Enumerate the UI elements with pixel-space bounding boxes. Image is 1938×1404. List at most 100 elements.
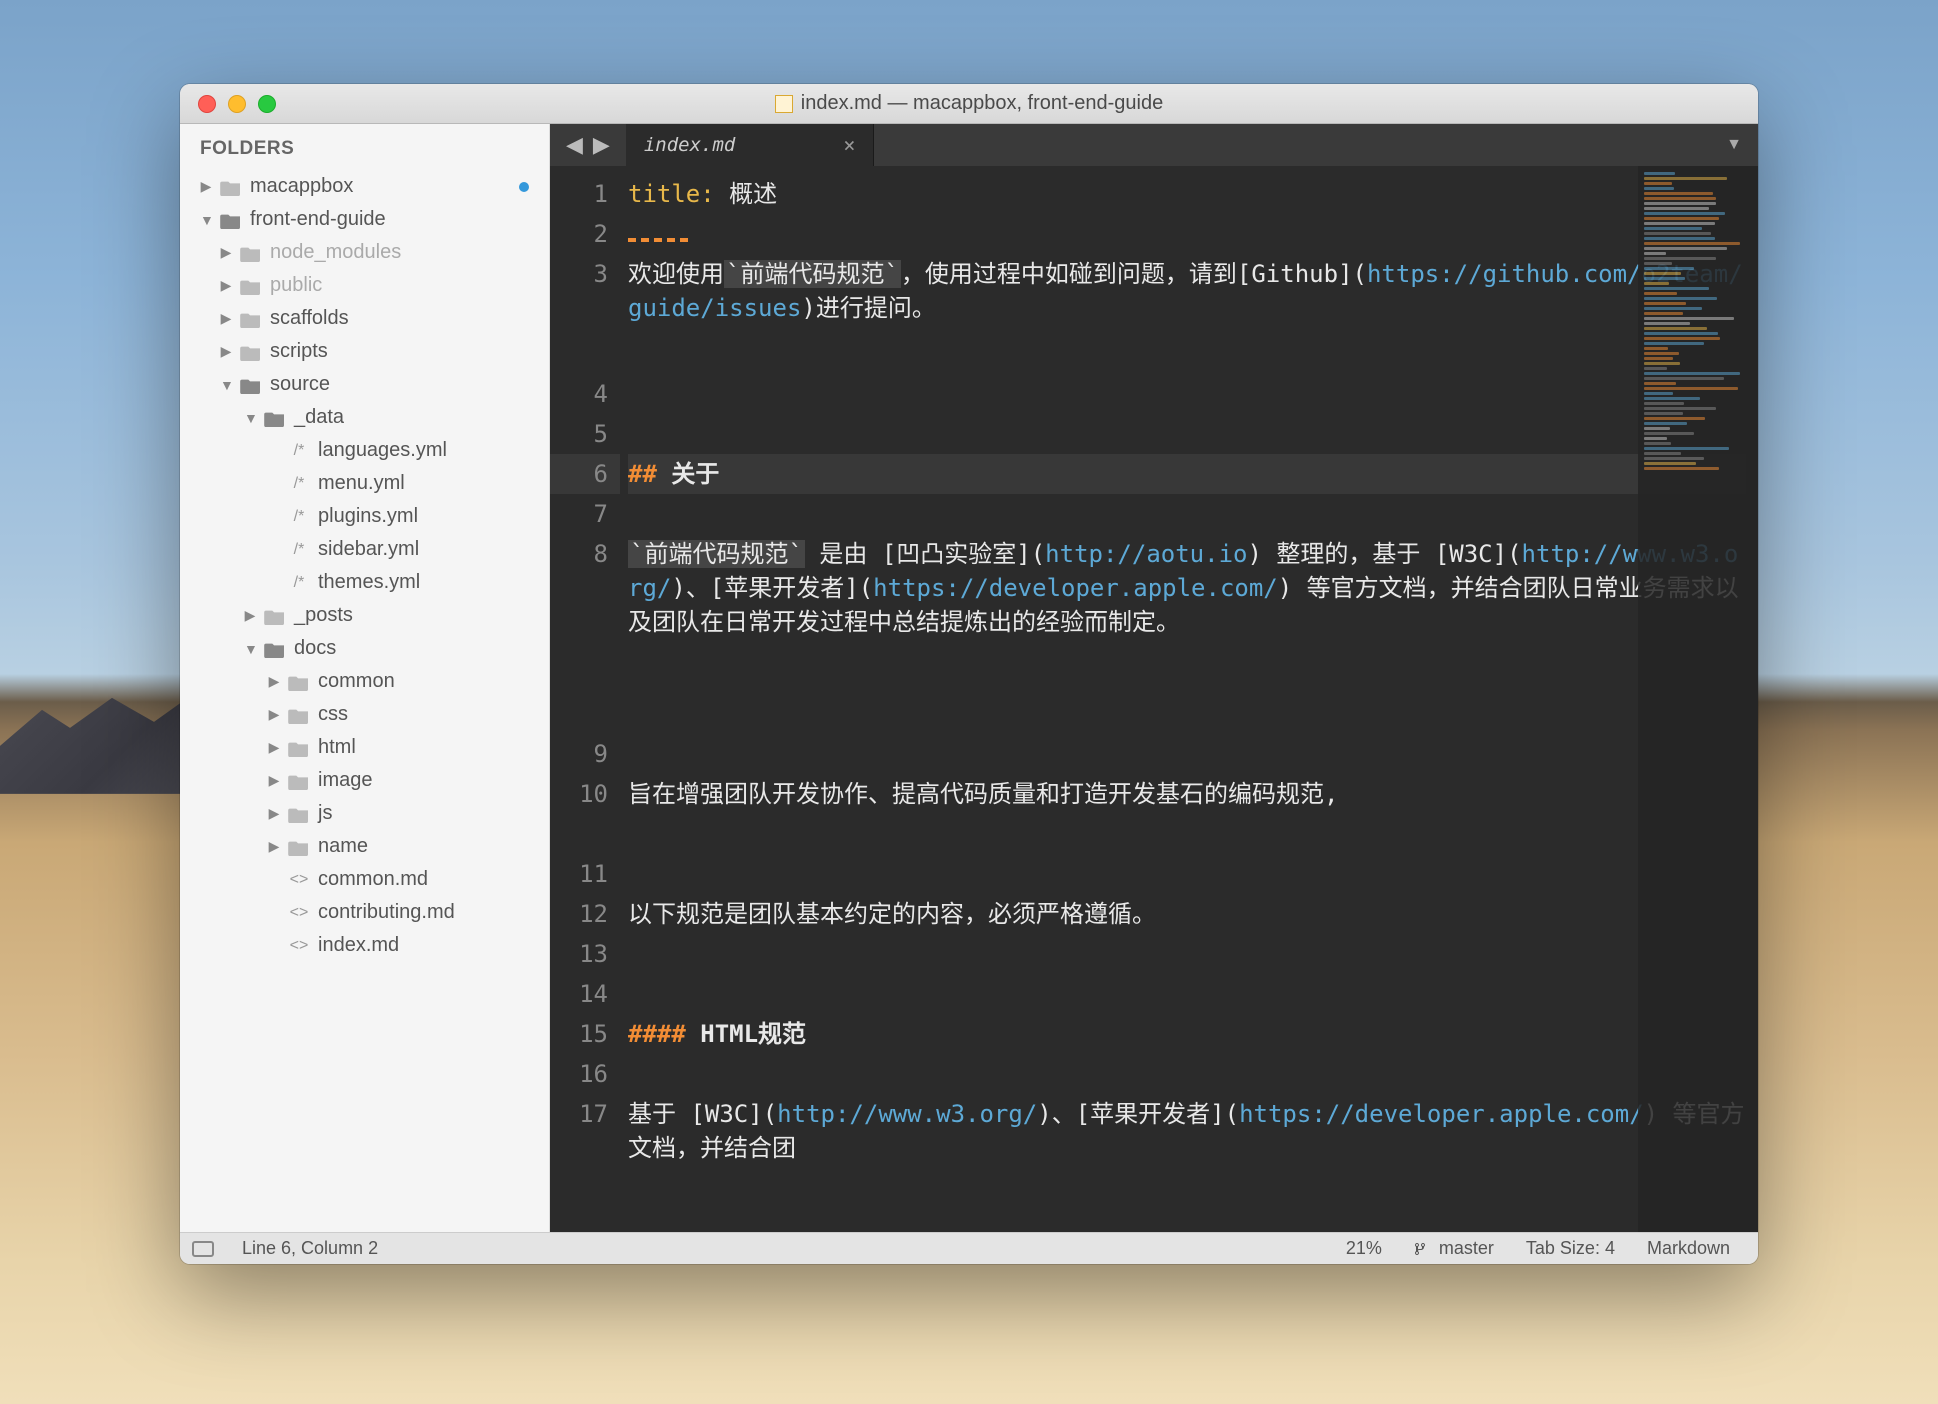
tree-item[interactable]: ▶ name (180, 830, 549, 863)
sidebar[interactable]: FOLDERS ▶macappbox▼front-end-guide▶node_… (180, 124, 550, 1232)
tree-item[interactable]: ▶css (180, 698, 549, 731)
tab-overflow-button[interactable]: ▼ (1710, 124, 1758, 166)
tree-item[interactable]: <>contributing.md (180, 896, 549, 929)
code-line: 旨在增强团队开发协作、提高代码质量和打造开发基石的编码规范, (628, 774, 1746, 854)
content-area: FOLDERS ▶macappbox▼front-end-guide▶node_… (180, 124, 1758, 1232)
gutter-line (550, 294, 620, 334)
tree-item[interactable]: ▶macappbox (180, 170, 549, 203)
tree-item[interactable]: ▶node_modules (180, 236, 549, 269)
tree-item-label: docs (294, 637, 336, 660)
tree-item-label: menu.yml (318, 472, 405, 495)
markup-file-icon: <> (288, 937, 310, 955)
disclosure-icon: ▶ (220, 310, 232, 327)
gutter-line: 15 (550, 1014, 620, 1054)
code-line: title: 概述 (628, 174, 1746, 214)
tree-item-label: _data (294, 406, 344, 429)
tree-item-label: _posts (294, 604, 353, 627)
code-line: ## 关于 (628, 454, 1746, 494)
tree-item-label: scaffolds (270, 307, 349, 330)
tree-item-label: common (318, 670, 395, 693)
branch-icon (1414, 1238, 1433, 1258)
tab-active[interactable]: index.md × (626, 124, 875, 166)
tab-size[interactable]: Tab Size: 4 (1510, 1238, 1631, 1259)
tree-item-label: index.md (318, 934, 399, 957)
folder-icon (264, 640, 286, 658)
tree-item[interactable]: <> index.md (180, 929, 549, 962)
gutter-line (550, 334, 620, 374)
tree-item[interactable]: /*plugins.yml (180, 500, 549, 533)
nav-arrows: ◀ ▶ (550, 124, 626, 166)
tree-item[interactable]: ▶ js (180, 797, 549, 830)
gutter-line (550, 574, 620, 614)
minimap[interactable] (1638, 166, 1758, 1232)
line-gutter: 123 45678 910 11121314151617 (550, 166, 620, 1232)
folder-icon (288, 805, 310, 823)
tree-item[interactable]: ▶ html (180, 731, 549, 764)
tree-item-label: css (318, 703, 348, 726)
tree-item-label: public (270, 274, 322, 297)
tree-item-label: themes.yml (318, 571, 420, 594)
tree-item[interactable]: ▶image (180, 764, 549, 797)
gutter-line: 1 (550, 174, 620, 214)
gutter-line: 16 (550, 1054, 620, 1094)
markup-file-icon: <> (288, 871, 310, 889)
tree-item[interactable]: /*themes.yml (180, 566, 549, 599)
gutter-line: 8 (550, 534, 620, 574)
gutter-line: 11 (550, 854, 620, 894)
code-area[interactable]: title: 概述欢迎使用`前端代码规范`，使用过程中如碰到问题，请到[Gith… (620, 166, 1758, 1232)
nav-forward-icon[interactable]: ▶ (589, 132, 614, 158)
disclosure-icon: ▶ (268, 805, 280, 822)
gutter-line (550, 614, 620, 654)
tree-item[interactable]: <> common.md (180, 863, 549, 896)
tree-item[interactable]: /*sidebar.yml (180, 533, 549, 566)
editor-body[interactable]: 123 45678 910 11121314151617 title: 概述欢迎… (550, 166, 1758, 1232)
tab-close-icon[interactable]: × (843, 133, 855, 157)
tree-item[interactable]: ▼source (180, 368, 549, 401)
tree-item[interactable]: ▶_posts (180, 599, 549, 632)
tree-item-label: name (318, 835, 368, 858)
tab-bar: ◀ ▶ index.md × ▼ (550, 124, 1758, 166)
disclosure-icon: ▶ (268, 838, 280, 855)
folder-icon (240, 343, 262, 361)
tree-item[interactable]: ▼_data (180, 401, 549, 434)
git-branch[interactable]: master (1398, 1238, 1510, 1259)
tree-item[interactable]: ▶scripts (180, 335, 549, 368)
tree-item[interactable]: /*languages.yml (180, 434, 549, 467)
tree-item[interactable]: ▶common (180, 665, 549, 698)
tree-item[interactable]: ▶ public (180, 269, 549, 302)
code-line (628, 494, 1746, 534)
editor-panel: ◀ ▶ index.md × ▼ 123 45678 910 111213141… (550, 124, 1758, 1232)
tree-item[interactable]: /* menu.yml (180, 467, 549, 500)
tree-item-label: plugins.yml (318, 505, 418, 528)
panel-icon[interactable] (192, 1241, 214, 1257)
disclosure-icon: ▶ (268, 739, 280, 756)
window-title: index.md — macappbox, front-end-guide (180, 92, 1758, 115)
nav-back-icon[interactable]: ◀ (562, 132, 587, 158)
folder-icon (264, 607, 286, 625)
tree-item-label: common.md (318, 868, 428, 891)
markup-file-icon: <> (288, 904, 310, 922)
file-icon (775, 95, 793, 113)
disclosure-icon: ▶ (268, 772, 280, 789)
tree-item-label: sidebar.yml (318, 538, 419, 561)
folder-icon (288, 706, 310, 724)
disclosure-icon: ▶ (220, 277, 232, 294)
tree-item[interactable]: ▼front-end-guide (180, 203, 549, 236)
tree-item[interactable]: ▶ scaffolds (180, 302, 549, 335)
tree-item-label: macappbox (250, 175, 353, 198)
syntax-mode[interactable]: Markdown (1631, 1238, 1746, 1259)
code-line: 以下规范是团队基本约定的内容，必须严格遵循。 (628, 894, 1746, 934)
code-line: 基于 [W3C](http://www.w3.org/)、[苹果开发者](htt… (628, 1094, 1746, 1174)
tree-item-label: html (318, 736, 356, 759)
code-line (628, 734, 1746, 774)
code-file-icon: /* (288, 475, 310, 493)
cursor-position[interactable]: Line 6, Column 2 (226, 1238, 394, 1259)
folder-icon (240, 376, 262, 394)
tree-item[interactable]: ▼docs (180, 632, 549, 665)
titlebar[interactable]: index.md — macappbox, front-end-guide (180, 84, 1758, 124)
disclosure-icon: ▼ (200, 212, 212, 228)
gutter-line (550, 654, 620, 694)
scroll-percent[interactable]: 21% (1330, 1238, 1398, 1259)
tree-item-label: js (318, 802, 332, 825)
gutter-line: 13 (550, 934, 620, 974)
